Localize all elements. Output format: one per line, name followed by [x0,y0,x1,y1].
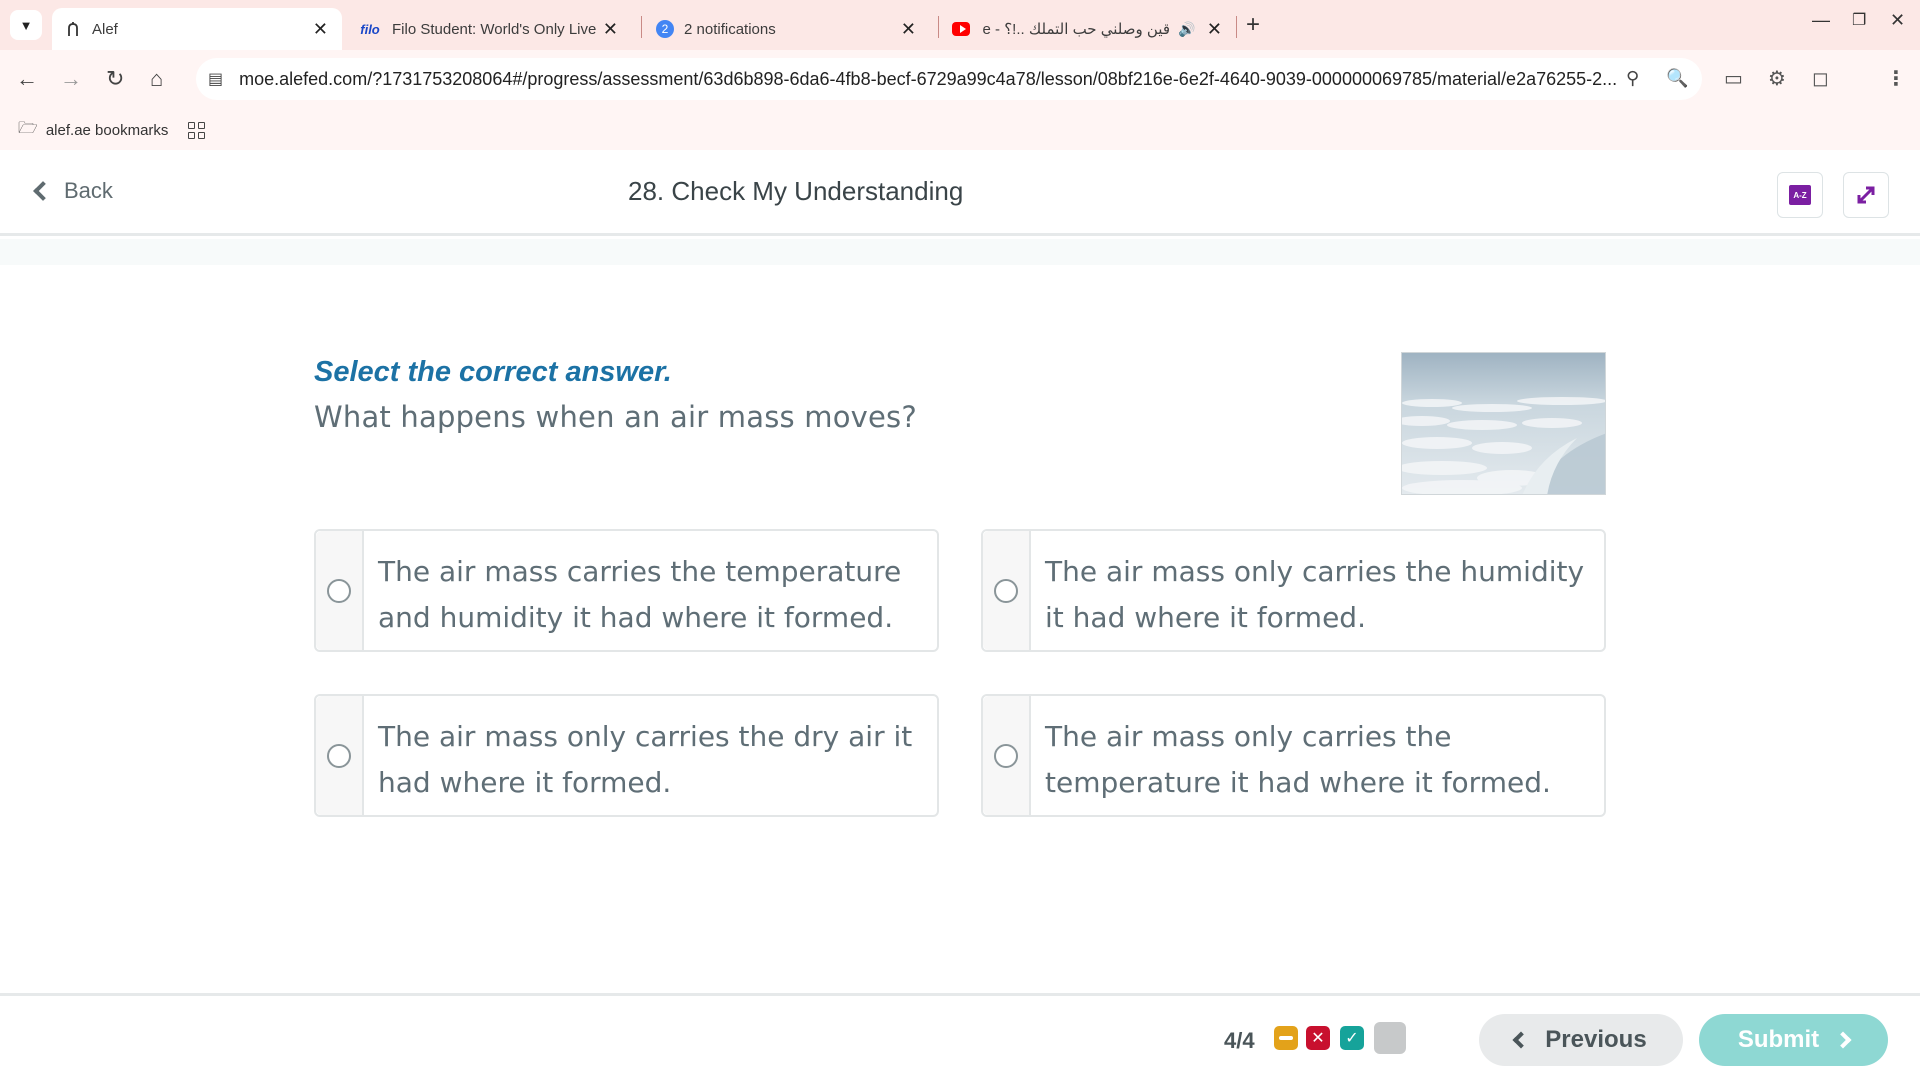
option-text: The air mass only carries the dry air it… [364,696,928,815]
radio-column [983,696,1031,815]
tab-alef[interactable]: Alef ✕ [52,8,342,50]
alef-icon [64,20,82,38]
filo-icon: filo [360,21,380,37]
correct-status-icon[interactable]: ✓ [1340,1026,1364,1050]
speaker-icon[interactable]: 🔊 [1178,21,1195,38]
answer-option-3[interactable]: The air mass only carries the dry air it… [314,694,939,817]
site-info-icon[interactable]: ▤ [208,69,223,89]
option-line: The air mass only carries the humidity [1045,555,1585,588]
answer-option-1[interactable]: The air mass carries the temperature and… [314,529,939,652]
radio-column [316,696,364,815]
reload-icon[interactable]: ↻ [106,64,124,94]
tab-separator [641,16,642,38]
fullscreen-button[interactable] [1843,172,1889,218]
chevron-down-icon: ▼ [19,17,33,33]
option-line: The air mass only carries the dry air it [378,720,913,753]
submit-button[interactable]: Submit [1699,1014,1888,1066]
radio-button[interactable] [994,578,1018,603]
radio-button[interactable] [327,743,351,768]
bookmarks-bar: 🗁 alef.ae bookmarks [0,110,1920,150]
tab-youtube[interactable]: قين وصلني حب التملك ..!؟ - e 🔊 ✕ [946,8,1236,50]
bookmark-folder-alef[interactable]: 🗁 alef.ae bookmarks [18,117,168,144]
option-line: The air mass only carries the [1045,720,1452,753]
tab-separator [938,16,939,38]
radio-column [316,531,364,650]
cast-icon[interactable]: ▭ [1724,66,1743,91]
option-line: temperature it had where it formed. [1045,766,1551,799]
tab-title: Filo Student: World's Only Live I [392,20,600,38]
previous-label: Previous [1545,1026,1647,1053]
back-arrow-icon[interactable]: ← [16,64,38,94]
close-window-icon[interactable]: ✕ [1890,10,1905,31]
close-icon[interactable]: ✕ [313,20,328,38]
new-tab-plus-icon[interactable]: + [1246,12,1260,38]
answer-option-4[interactable]: The air mass only carries the temperatur… [981,694,1606,817]
tab-title: 2 notifications [684,20,776,38]
option-text: The air mass only carries the humidity i… [1031,531,1600,650]
extension-puzzle-icon[interactable]: ⚙ [1768,66,1786,91]
home-icon[interactable]: ⌂ [150,64,163,94]
tab-title: قين وصلني حب التملك ..!؟ - e [982,21,1170,38]
clouds-aerial-image [1401,352,1606,495]
question-instruction: Select the correct answer. [314,356,672,388]
close-icon[interactable]: ✕ [901,20,916,38]
chevron-right-icon [1834,1031,1852,1049]
question-text: What happens when an air mass moves? [314,400,917,434]
glossary-button[interactable]: A-Z [1777,172,1823,218]
option-line: The air mass carries the temperature [378,555,902,588]
tab-separator [1236,16,1237,38]
expand-icon [1857,186,1875,204]
minimize-icon[interactable]: — [1812,10,1830,31]
back-button[interactable]: Back [33,178,113,204]
option-line: had where it formed. [378,766,672,799]
address-bar[interactable]: ▤ moe.alefed.com/?1731753208064#/progres… [196,58,1702,100]
close-icon[interactable]: ✕ [603,20,618,38]
skipped-status-icon[interactable] [1274,1026,1298,1050]
radio-button[interactable] [327,578,351,603]
extensions-icon[interactable]: ◻ [1812,66,1829,91]
apps-grid-icon[interactable] [188,121,206,139]
question-area [0,239,1920,993]
tab-filo[interactable]: filo Filo Student: World's Only Live I ✕ [352,8,632,50]
option-line: it had where it formed. [1045,601,1366,634]
url-text[interactable]: moe.alefed.com/?1731753208064#/progress/… [239,69,1639,90]
option-text: The air mass carries the temperature and… [364,531,917,650]
notification-badge-icon: 2 [656,20,674,38]
browser-tab-bar: ▼ Alef ✕ filo Filo Student: World's Only… [0,0,1920,50]
radio-button[interactable] [994,743,1018,768]
option-text: The air mass only carries the temperatur… [1031,696,1567,815]
incorrect-status-icon[interactable]: ✕ [1306,1026,1330,1050]
back-label: Back [64,178,113,203]
assessment-footer: 4/4 ✕ ✓ Previous Submit [0,993,1920,1080]
glossary-az-icon: A-Z [1789,185,1811,205]
chevron-left-icon [33,181,53,201]
location-pin-icon[interactable]: ⚲ [1626,68,1639,89]
tab-title: Alef [92,20,118,38]
lesson-header: Back 28. Check My Understanding A-Z [0,150,1920,236]
restore-icon[interactable]: ❐ [1852,10,1866,30]
chevron-left-icon [1512,1031,1530,1049]
more-menu-icon[interactable]: ⋮ [1886,66,1906,91]
radio-column [983,531,1031,650]
tab-search-button[interactable]: ▼ [10,10,42,40]
answer-option-2[interactable]: The air mass only carries the humidity i… [981,529,1606,652]
unanswered-status-icon[interactable] [1374,1022,1406,1054]
previous-button[interactable]: Previous [1479,1014,1683,1066]
youtube-icon [952,20,970,38]
folder-icon: 🗁 [18,119,38,137]
close-icon[interactable]: ✕ [1207,20,1222,38]
option-line: and humidity it had where it formed. [378,601,894,634]
question-progress: 4/4 [1224,1028,1255,1053]
content-top-strip [0,239,1920,265]
page-title: 28. Check My Understanding [628,176,964,206]
bookmark-label: alef.ae bookmarks [45,121,169,139]
forward-arrow-icon[interactable]: → [60,64,82,94]
submit-label: Submit [1737,1026,1820,1053]
zoom-icon[interactable]: 🔍 [1666,68,1688,89]
tab-notifications[interactable]: 2 2 notifications ✕ [650,8,930,50]
